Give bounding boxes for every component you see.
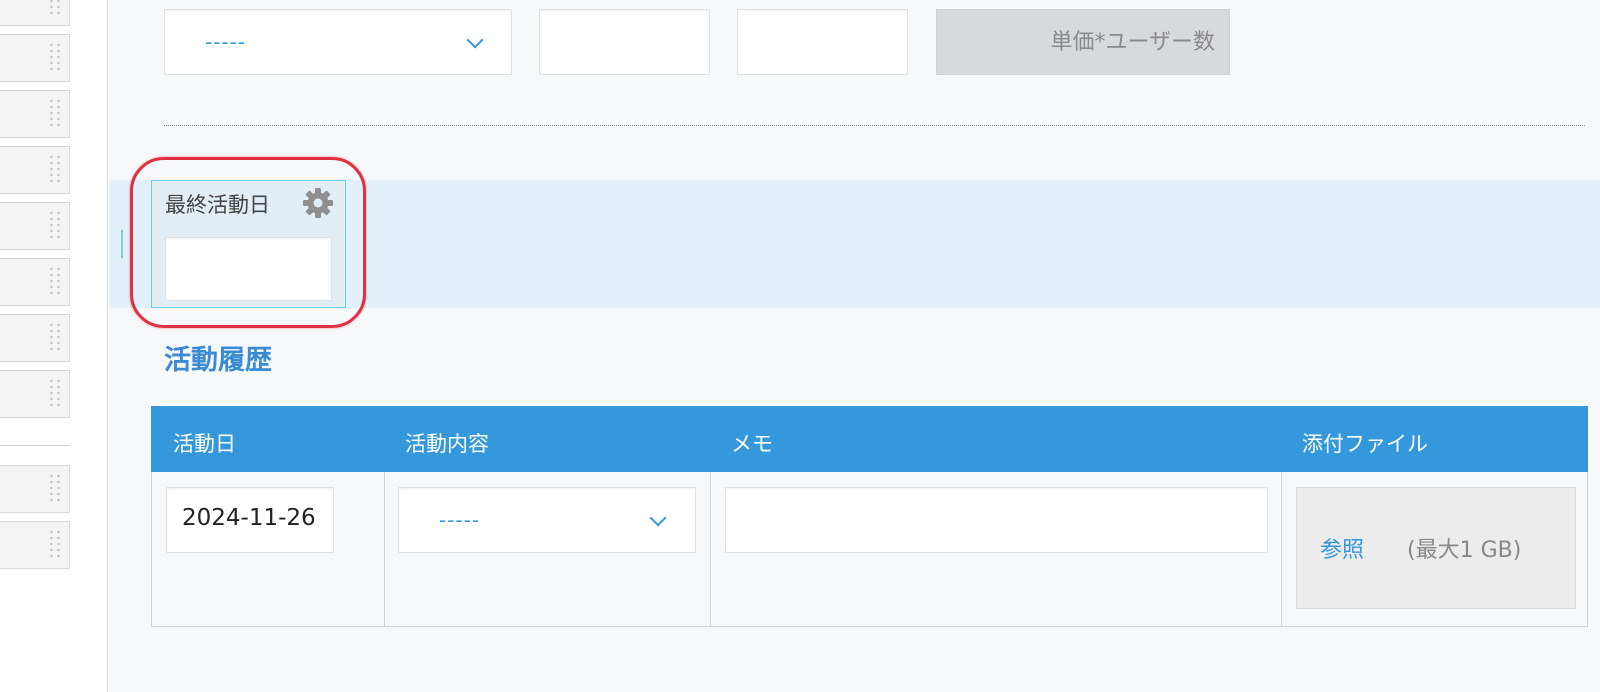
- drag-handle-icon[interactable]: [48, 529, 62, 561]
- highlight-annotation: [130, 157, 366, 328]
- row-handle[interactable]: [121, 230, 123, 258]
- column-header-content: 活動内容: [405, 432, 489, 456]
- drag-handle-icon[interactable]: [48, 378, 62, 410]
- chevron-down-icon: [649, 509, 667, 527]
- palette-item[interactable]: [0, 90, 70, 138]
- drag-handle-icon[interactable]: [48, 0, 62, 18]
- column-divider: [710, 472, 711, 626]
- table-row: 2024-11-26 ----- 参照 (最大1 GB): [151, 472, 1588, 627]
- dropdown-value: -----: [205, 30, 247, 54]
- field-palette: [0, 0, 108, 692]
- section-divider: [164, 125, 1585, 126]
- memo-input[interactable]: [725, 487, 1268, 553]
- palette-item[interactable]: [0, 370, 70, 418]
- palette-item[interactable]: [0, 0, 70, 26]
- drag-handle-icon[interactable]: [48, 154, 62, 186]
- attachment-box: 参照 (最大1 GB): [1296, 487, 1576, 609]
- drag-handle-icon[interactable]: [48, 210, 62, 242]
- palette-item[interactable]: [0, 314, 70, 362]
- palette-item[interactable]: [0, 34, 70, 82]
- dropdown-field[interactable]: -----: [164, 9, 512, 75]
- palette-item[interactable]: [0, 202, 70, 250]
- column-divider: [1281, 472, 1282, 626]
- text-field[interactable]: [539, 9, 710, 75]
- browse-button[interactable]: 参照: [1320, 532, 1364, 564]
- column-header-memo: メモ: [731, 432, 773, 456]
- column-divider: [384, 472, 385, 626]
- max-size-label: (最大1 GB): [1407, 538, 1522, 563]
- column-header-attachment: 添付ファイル: [1302, 432, 1428, 456]
- drag-handle-icon[interactable]: [48, 322, 62, 354]
- section-title: 活動履歴: [164, 345, 272, 376]
- drag-handle-icon[interactable]: [48, 42, 62, 74]
- drag-handle-icon[interactable]: [48, 266, 62, 298]
- palette-item[interactable]: [0, 258, 70, 306]
- calculated-field: 単価*ユーザー数: [936, 9, 1230, 75]
- text-field[interactable]: [737, 9, 908, 75]
- palette-item[interactable]: [0, 521, 70, 569]
- activity-date-input[interactable]: 2024-11-26: [166, 487, 334, 553]
- palette-item[interactable]: [0, 146, 70, 194]
- palette-divider: [0, 445, 70, 446]
- column-header-date: 活動日: [173, 432, 236, 456]
- table-header: 活動日 活動内容 メモ 添付ファイル: [151, 406, 1588, 472]
- chevron-down-icon: [466, 31, 484, 49]
- drag-handle-icon[interactable]: [48, 98, 62, 130]
- drag-handle-icon[interactable]: [48, 473, 62, 505]
- dropdown-value: -----: [439, 508, 481, 532]
- form-canvas: ----- 単価*ユーザー数 最終活動日 活動履歴 活動日 活動内容 メモ 添付…: [109, 0, 1600, 692]
- palette-item[interactable]: [0, 465, 70, 513]
- activity-content-dropdown[interactable]: -----: [398, 487, 696, 553]
